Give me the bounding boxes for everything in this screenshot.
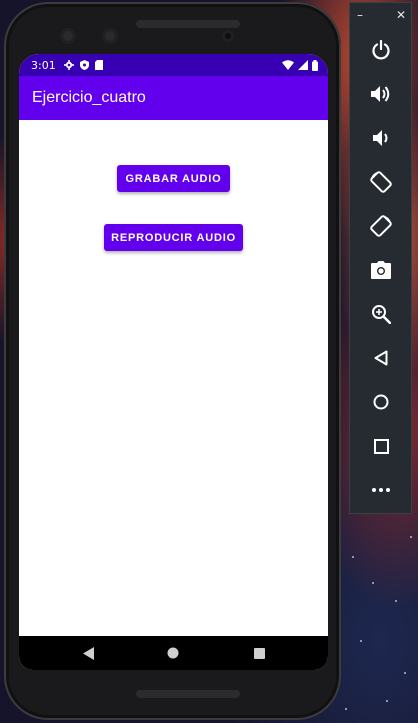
toolbar-home-button[interactable] — [366, 387, 396, 417]
back-icon — [374, 350, 388, 366]
rotate-left-icon — [370, 171, 392, 193]
app-title: Ejercicio_cuatro — [32, 89, 146, 106]
screenshot-button[interactable] — [366, 255, 396, 285]
home-icon — [167, 647, 179, 659]
star — [345, 708, 347, 710]
star — [404, 672, 406, 674]
star — [410, 536, 412, 538]
settings-icon — [63, 60, 74, 70]
more-icon — [372, 488, 390, 492]
main-content: GRABAR AUDIO REPRODUCIR AUDIO — [19, 120, 328, 636]
volume-up-button[interactable] — [366, 79, 396, 109]
status-bar: 3:01 — [19, 54, 328, 76]
close-button[interactable]: ✕ — [391, 8, 411, 22]
shield-icon — [79, 60, 89, 70]
nav-back-button[interactable] — [81, 645, 97, 661]
rotate-right-button[interactable] — [366, 211, 396, 241]
toolbar-back-button[interactable] — [366, 343, 396, 373]
minimize-button[interactable]: – — [350, 8, 370, 22]
power-icon — [372, 40, 390, 60]
navigation-bar — [19, 636, 328, 670]
more-options-button[interactable] — [366, 475, 396, 505]
sim-card-icon — [94, 60, 103, 70]
star — [360, 640, 362, 642]
volume-down-icon — [373, 130, 388, 146]
status-time: 3:01 — [31, 58, 56, 72]
nav-recents-button[interactable] — [251, 645, 267, 661]
volume-up-icon — [371, 86, 390, 102]
rotate-left-button[interactable] — [366, 167, 396, 197]
front-sensor — [60, 28, 76, 44]
status-right-icons — [282, 59, 318, 71]
nav-home-button[interactable] — [165, 645, 181, 661]
recents-icon — [253, 647, 265, 659]
star — [372, 582, 374, 584]
power-button[interactable] — [366, 35, 396, 65]
front-camera — [102, 28, 118, 44]
star — [386, 700, 388, 702]
toolbar-window-controls: – ✕ — [350, 3, 411, 27]
emulator-toolbar: – ✕ — [349, 2, 412, 514]
overview-icon — [373, 438, 389, 454]
play-audio-button[interactable]: REPRODUCIR AUDIO — [104, 224, 243, 251]
home-icon — [373, 394, 389, 410]
back-icon — [83, 646, 94, 660]
bottom-speaker — [136, 690, 240, 698]
earpiece-speaker — [136, 20, 240, 28]
wifi-icon — [282, 60, 294, 70]
volume-down-button[interactable] — [366, 123, 396, 153]
zoom-button[interactable] — [366, 299, 396, 329]
camera-icon — [371, 261, 391, 279]
record-audio-button[interactable]: GRABAR AUDIO — [117, 165, 230, 192]
device-screen: 3:01 Ejercicio_cuatro GRABAR AUDIO REPRO… — [19, 54, 328, 670]
star — [395, 600, 397, 602]
app-bar: Ejercicio_cuatro — [19, 76, 328, 120]
rotate-right-icon — [370, 215, 392, 237]
zoom-icon — [372, 305, 391, 324]
star — [352, 556, 354, 558]
status-left-icons — [63, 60, 103, 70]
battery-icon — [312, 59, 318, 71]
cell-signal-icon — [298, 60, 308, 70]
device-frame: 3:01 Ejercicio_cuatro GRABAR AUDIO REPRO… — [4, 2, 341, 720]
proximity-sensor — [222, 30, 234, 42]
toolbar-overview-button[interactable] — [366, 431, 396, 461]
